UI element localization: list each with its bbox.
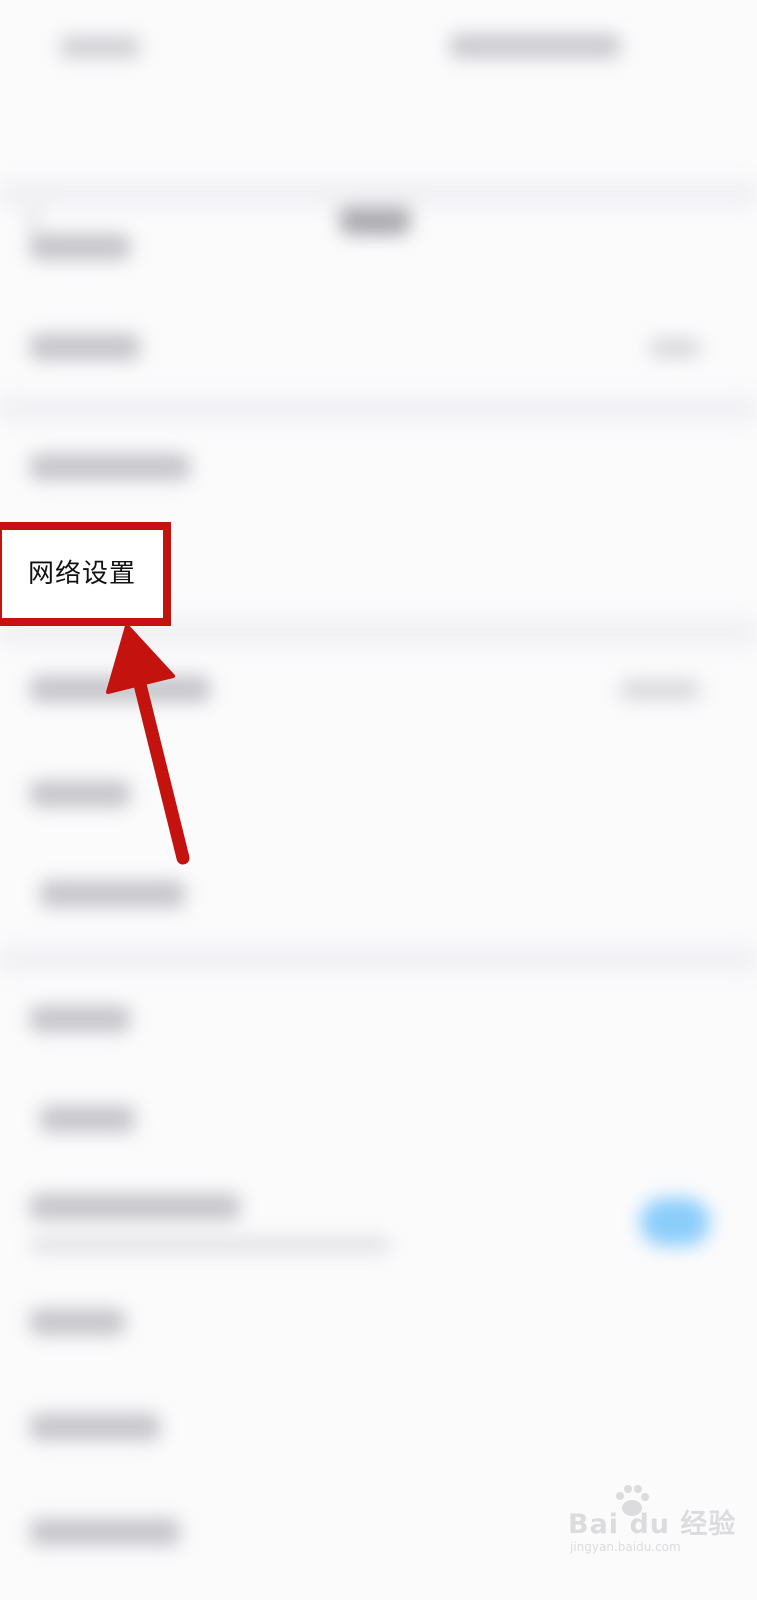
settings-row-label [30, 1006, 130, 1032]
settings-row[interactable] [0, 745, 757, 845]
status-bar [0, 0, 757, 90]
settings-row-label [30, 234, 130, 260]
settings-row-label [40, 1106, 135, 1132]
header-bar [0, 90, 757, 240]
settings-row-label [30, 1194, 240, 1220]
settings-row[interactable] [0, 845, 757, 945]
settings-row-label [40, 881, 185, 907]
settings-row[interactable] [0, 1380, 757, 1480]
settings-row[interactable] [0, 1170, 757, 1270]
status-time [60, 36, 140, 58]
watermark-url: jingyan.baidu.com [570, 1540, 681, 1554]
settings-row[interactable] [0, 200, 757, 300]
settings-row-value [650, 338, 700, 358]
section-divider [0, 395, 757, 423]
settings-row-label [30, 1309, 125, 1335]
settings-row-label [30, 1414, 160, 1440]
settings-row-label [30, 1519, 180, 1545]
section-divider [0, 945, 757, 973]
settings-row-description [30, 1238, 390, 1252]
settings-row-label [30, 781, 130, 807]
settings-row[interactable] [0, 970, 757, 1070]
settings-row[interactable] [0, 1070, 757, 1170]
blurred-settings-screen [0, 0, 757, 1600]
watermark: Bai du 经验 jingyan.baidu.com [568, 1485, 748, 1566]
settings-row-label [30, 676, 210, 702]
settings-row[interactable] [0, 420, 757, 520]
settings-row-value [620, 680, 700, 700]
status-icons [450, 34, 620, 58]
settings-row[interactable] [0, 1275, 757, 1375]
settings-row[interactable] [0, 300, 757, 400]
settings-row[interactable] [0, 640, 757, 740]
settings-row-label [30, 454, 190, 480]
toggle-switch[interactable] [640, 1198, 710, 1246]
settings-row-label [30, 334, 140, 360]
watermark-brand: Bai du 经验 [568, 1509, 737, 1540]
network-settings-label[interactable]: 网络设置 [28, 553, 136, 590]
